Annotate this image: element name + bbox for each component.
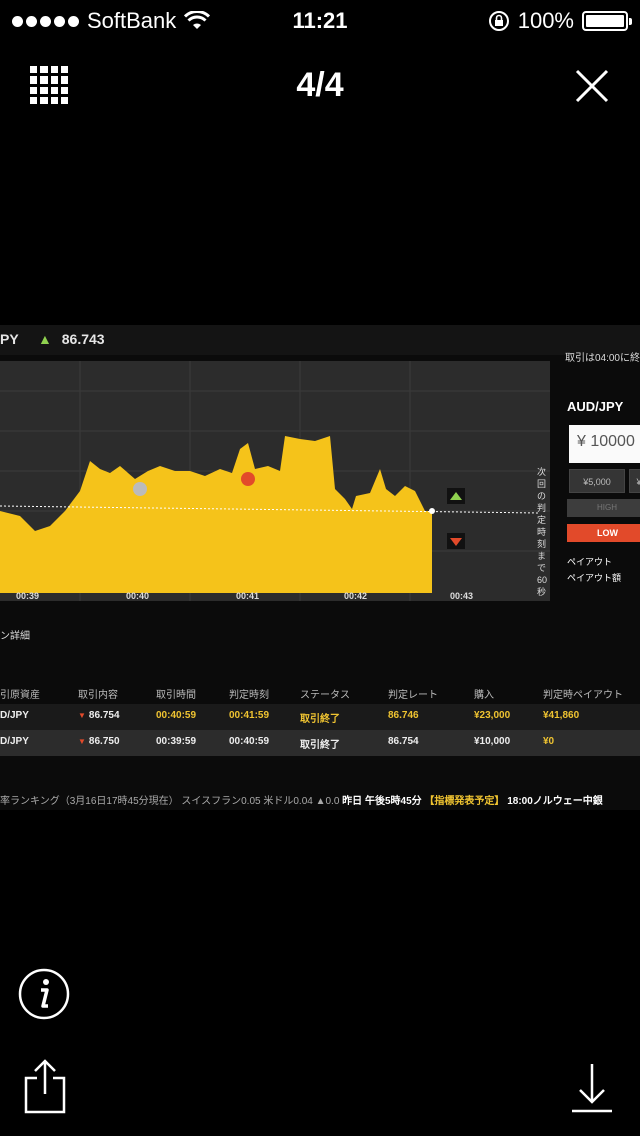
price-area (0, 436, 432, 593)
purchase-cell: ¥23,000 (474, 710, 511, 721)
section-title: ン詳細 (0, 631, 30, 642)
column-header: 引原資産 (0, 690, 40, 701)
pair-label: AUD/JPY (567, 399, 624, 414)
column-header: ステータス (300, 690, 350, 701)
down-arrow-icon: ▼ (78, 711, 86, 720)
column-header: 判定レート (388, 690, 438, 701)
current-price: ▲ 86.743 (38, 331, 105, 347)
judge-rate-cell: 86.754 (388, 736, 419, 747)
close-icon[interactable] (574, 68, 610, 104)
down-arrow-icon: ▼ (78, 737, 86, 746)
time-tick: 00:40 (126, 591, 150, 601)
low-button[interactable]: LOW (567, 524, 640, 542)
news-ticker: 率ランキング（3月16日17時45分現在） スイスフラン0.05 米ドル0.04… (0, 792, 640, 810)
entry-marker-1 (133, 482, 147, 496)
entry-cell: ▼ 86.754 (78, 710, 120, 721)
ticker-ranking: 率ランキング（3月16日17時45分現在） スイスフラン0.05 米ドル0.04… (0, 796, 340, 807)
column-header: 判定時ペイアウト (543, 690, 623, 701)
photo-counter: 4/4 (296, 66, 344, 104)
entry-marker-2 (241, 472, 255, 486)
time-tick: 00:39 (16, 591, 40, 601)
current-point (429, 508, 435, 514)
order-panel: AUD/JPY ¥ 10000 ¥5,000 ¥ HIGH LOW ペイアウト … (555, 395, 640, 605)
column-header: 取引内容 (78, 690, 118, 701)
entry-rate: 86.754 (88, 710, 120, 721)
battery-percent: 100% (517, 8, 574, 33)
info-icon[interactable] (18, 968, 70, 1020)
trade-end-notice: 取引は04:00に終 (564, 353, 640, 364)
orientation-lock-icon (488, 11, 509, 31)
asset-cell: D/JPY (0, 710, 29, 721)
viewer-navbar: 4/4 (0, 56, 640, 112)
column-header: 判定時刻 (229, 690, 269, 701)
trade-table: 引原資産 取引内容 取引時間 判定時刻 ステータス 判定レート 購入 判定時ペイ… (0, 680, 640, 756)
status-cell: 取引終了 (300, 714, 340, 725)
entry-rate: 86.750 (88, 736, 120, 747)
amount-input[interactable]: ¥ 10000 (569, 425, 640, 463)
trade-time-cell: 00:40:59 (156, 710, 197, 721)
chart-svg (0, 361, 550, 601)
judge-rate-cell: 86.746 (388, 710, 419, 721)
status-cell: 取引終了 (300, 740, 340, 751)
payout-cell: ¥41,860 (543, 710, 580, 721)
asset-cell: D/JPY (0, 736, 29, 747)
photo: PY ▲ 86.743 取引は04:00に終 次回の判定時刻まで60秒 00:3… (0, 325, 640, 810)
table-header: 引原資産 取引内容 取引時間 判定時刻 ステータス 判定レート 購入 判定時ペイ… (0, 680, 640, 704)
ticker-time: 昨日 午後5時45分 (342, 796, 422, 807)
column-header: 購入 (474, 690, 494, 701)
preset-5000-button[interactable]: ¥5,000 (569, 469, 625, 493)
download-icon[interactable] (570, 1062, 614, 1114)
battery-icon (582, 11, 632, 31)
payout-cell: ¥0 (543, 736, 555, 747)
time-tick: 00:43 (450, 591, 474, 601)
status-bar: SoftBank 11:21 100% (0, 0, 640, 40)
preset-button[interactable]: ¥ (629, 469, 640, 493)
price-value: 86.743 (61, 331, 105, 347)
ticker-event: 18:00ノルウェー中銀 (507, 796, 603, 807)
purchase-cell: ¥10,000 (474, 736, 511, 747)
price-chart: 次回の判定時刻まで60秒 (0, 361, 550, 601)
up-arrow-icon: ▲ (38, 331, 52, 347)
time-tick: 00:41 (236, 591, 260, 601)
table-row[interactable]: D/JPY ▼ 86.750 00:39:59 00:40:59 取引終了 86.… (0, 730, 640, 756)
entry-cell: ▼ 86.750 (78, 736, 120, 747)
ticker-indicator: 【指標発表予定】 (424, 796, 505, 807)
share-icon[interactable] (22, 1058, 68, 1114)
high-button[interactable]: HIGH (567, 499, 640, 517)
judge-time-cell: 00:41:59 (229, 710, 270, 721)
payout-label: ペイアウト (567, 557, 613, 567)
table-row[interactable]: D/JPY ▼ 86.754 00:40:59 00:41:59 取引終了 86.… (0, 704, 640, 730)
time-tick: 00:42 (344, 591, 368, 601)
payout-amount-label: ペイアウト額 (567, 573, 622, 583)
trade-time-cell: 00:39:59 (156, 736, 197, 747)
column-header: 取引時間 (156, 690, 196, 701)
countdown-text: 次回の判定時刻まで60秒 (537, 467, 548, 597)
judge-time-cell: 00:40:59 (229, 736, 270, 747)
symbol-label: PY (0, 331, 19, 347)
status-right: 100% (488, 8, 632, 34)
